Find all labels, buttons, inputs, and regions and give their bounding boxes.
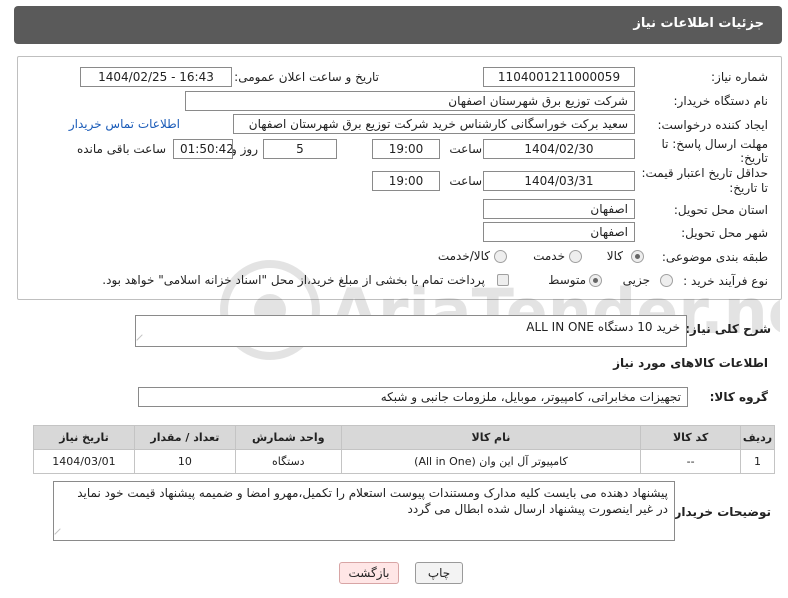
days-field[interactable]: 5 <box>263 139 337 159</box>
remaining-time-field[interactable]: 01:50:42 <box>173 139 233 159</box>
price-date-field[interactable]: 1404/03/31 <box>483 171 635 191</box>
resize-grip-icon[interactable] <box>54 528 66 540</box>
col-quantity: تعداد / مقدار <box>133 425 236 450</box>
category-option-goods-service: کالا/خدمت <box>437 249 490 263</box>
category-radio-service[interactable] <box>569 250 582 263</box>
remaining-label: ساعت باقی مانده <box>76 142 166 156</box>
category-radio-goods[interactable] <box>631 250 644 263</box>
category-radio-goods-service[interactable] <box>494 250 507 263</box>
price-time-field[interactable]: 19:00 <box>372 171 440 191</box>
need-number-label: شماره نیاز: <box>711 70 768 84</box>
days-label: روز و <box>231 142 258 156</box>
process-label: نوع فرآیند خرید : <box>683 274 768 288</box>
deadline-label-date: تاریخ: <box>740 151 768 165</box>
buyer-notes-label: توضیحات خریدار: <box>669 505 771 519</box>
col-item-name: نام کالا <box>340 425 642 450</box>
buyer-notes-field[interactable]: پیشنهاد دهنده می بایست کلیه مدارک ومستند… <box>53 481 675 541</box>
price-validity-label-date: تا تاریخ: <box>729 181 768 195</box>
price-time-label: ساعت <box>449 174 482 188</box>
page-title: جزئیات اطلاعات نیاز <box>633 16 764 31</box>
cell-unit: دستگاه <box>234 449 342 474</box>
print-button[interactable]: چاپ <box>415 562 463 584</box>
creator-label: ایجاد کننده درخواست: <box>657 118 768 132</box>
cell-quantity: 10 <box>133 449 236 474</box>
cell-item-code: -- <box>640 449 742 474</box>
need-number-field[interactable]: 1104001211000059 <box>483 67 635 87</box>
page-header: جزئیات اطلاعات نیاز <box>14 6 782 44</box>
cell-row-number: 1 <box>740 449 775 474</box>
announce-label: تاریخ و ساعت اعلان عمومی: <box>234 70 379 84</box>
resize-grip-icon[interactable] <box>136 334 148 346</box>
category-option-goods: کالا <box>606 249 623 263</box>
process-option-minor: جزیی <box>622 273 650 287</box>
col-item-code: کد کالا <box>640 425 742 450</box>
col-need-date: تاریخ نیاز <box>33 425 135 450</box>
city-label: شهر محل تحویل: <box>681 226 768 240</box>
goods-table-header: ردیف کد کالا نام کالا واحد شمارش تعداد /… <box>33 425 775 450</box>
goods-section-title: اطلاعات کالاهای مورد نیاز <box>613 356 768 370</box>
creator-field[interactable]: سعید برکت خوراسگانی کارشناس خرید شرکت تو… <box>233 114 635 134</box>
deadline-date-field[interactable]: 1404/02/30 <box>483 139 635 159</box>
process-radio-minor[interactable] <box>660 274 673 287</box>
deadline-label: مهلت ارسال پاسخ: تا <box>661 137 768 151</box>
buyer-org-field[interactable]: شرکت توزیع برق شهرستان اصفهان <box>185 91 635 111</box>
deadline-time-field[interactable]: 19:00 <box>372 139 440 159</box>
col-unit: واحد شمارش <box>234 425 342 450</box>
buyer-org-label: نام دستگاه خریدار: <box>673 94 769 108</box>
process-radio-medium[interactable] <box>589 274 602 287</box>
treasury-payment-note: پرداخت تمام یا بخشی از مبلغ خرید،از محل … <box>102 273 485 287</box>
cell-need-date: 1404/03/01 <box>33 449 135 474</box>
province-label: استان محل تحویل: <box>673 203 768 217</box>
treasury-payment-checkbox[interactable] <box>497 274 509 286</box>
process-option-medium: متوسط <box>548 273 586 287</box>
description-field[interactable]: خرید 10 دستگاه ALL IN ONE <box>135 315 687 347</box>
col-row-number: ردیف <box>740 425 775 450</box>
price-validity-label: حداقل تاریخ اعتبار قیمت: <box>641 166 768 180</box>
category-option-service: خدمت <box>533 249 565 263</box>
cell-item-name: کامپیوتر آل این وان (All in One) <box>340 449 642 474</box>
buyer-contact-link[interactable]: اطلاعات تماس خریدار <box>69 117 180 131</box>
goods-table: ردیف کد کالا نام کالا واحد شمارش تعداد /… <box>33 425 775 474</box>
back-button[interactable]: بازگشت <box>339 562 399 584</box>
city-field[interactable]: اصفهان <box>483 222 635 242</box>
buyer-notes-line-1: پیشنهاد دهنده می بایست کلیه مدارک ومستند… <box>77 486 668 500</box>
description-text: خرید 10 دستگاه ALL IN ONE <box>526 320 680 334</box>
goods-group-label: گروه کالا: <box>709 390 768 404</box>
province-field[interactable]: اصفهان <box>483 199 635 219</box>
deadline-time-label: ساعت <box>449 142 482 156</box>
table-row[interactable]: 1 -- کامپیوتر آل این وان (All in One) دس… <box>33 449 775 474</box>
description-label: شرح کلی نیاز: <box>685 322 771 336</box>
buyer-notes-line-2: در غیر اینصورت پیشنهاد ارسال شده ابطال م… <box>407 502 668 516</box>
goods-group-field[interactable]: تجهیزات مخابراتی، کامپیوتر، موبایل، ملزو… <box>138 387 688 407</box>
announce-field[interactable]: 1404/02/25 - 16:43 <box>80 67 232 87</box>
category-label: طبقه بندی موضوعی: <box>661 250 768 264</box>
